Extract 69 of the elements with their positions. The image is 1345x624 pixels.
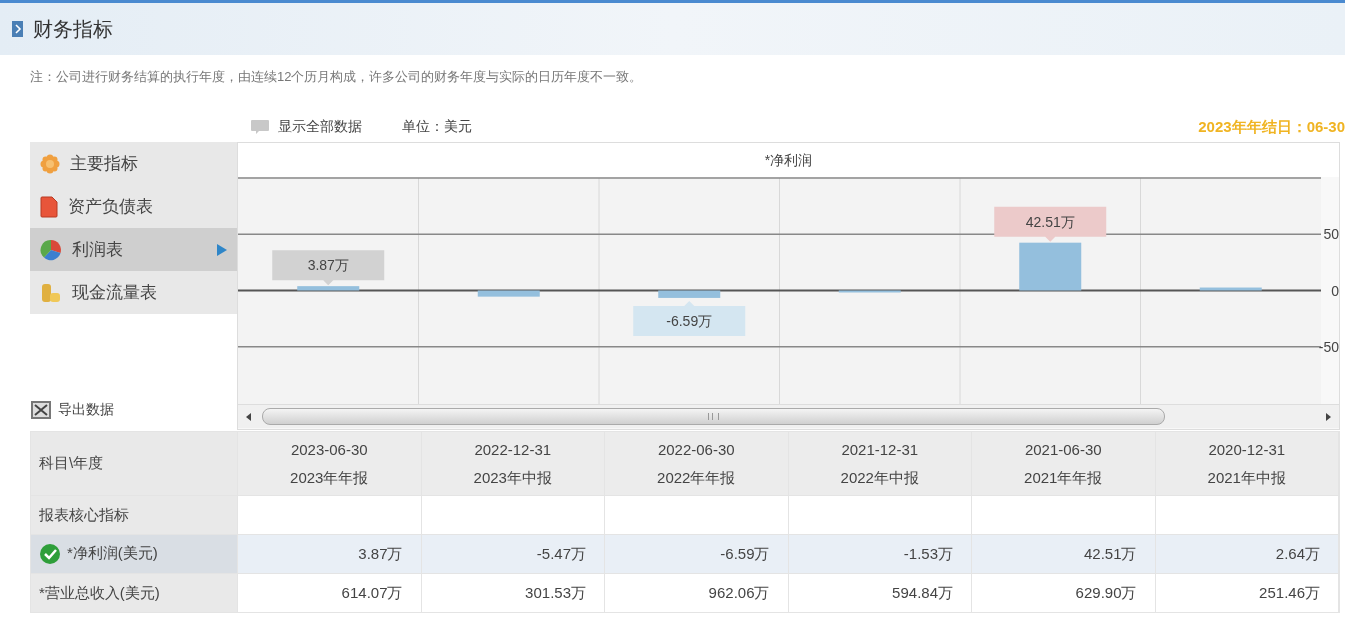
row-label: *净利润(美元): [67, 543, 158, 561]
bar: [477, 290, 540, 297]
sidebar-item[interactable]: 主要指标: [30, 142, 237, 185]
row-label: 报表核心指标: [30, 495, 238, 535]
header-date: 2022-06-30: [656, 439, 736, 460]
show-all-data-toggle[interactable]: 显示全部数据: [250, 118, 362, 136]
unit-label: 单位：美元: [402, 118, 472, 136]
table-cell: -6.59万: [604, 534, 788, 574]
header-report: 2023年年报: [289, 467, 370, 488]
table-cell: 614.07万: [237, 573, 421, 613]
coins-icon: [40, 281, 62, 304]
header-report: 2021年中报: [1206, 467, 1287, 488]
note-text: 注：公司进行财务结算的执行年度，由连续12个历月构成，许多公司的财务年度与实际的日历年度不一致。: [29, 68, 644, 86]
export-data-button[interactable]: 导出数据: [30, 400, 114, 420]
header-report: 2021年年报: [1023, 467, 1104, 488]
flower-icon: [40, 153, 60, 174]
header-report: 2022年中报: [839, 467, 920, 488]
chart-title: *净利润: [238, 143, 1339, 177]
table-cell: 3.87万: [237, 534, 421, 574]
table-cell: 594.84万: [788, 573, 972, 613]
column-header: 科目\年度: [30, 431, 238, 496]
document-icon: [40, 195, 58, 218]
value-label: 42.51万: [1025, 213, 1075, 230]
header-date: 2021-06-30: [1023, 439, 1103, 460]
table-cell: 962.06万: [604, 573, 788, 613]
sidebar-item[interactable]: 现金流量表: [30, 271, 237, 314]
bar: [838, 290, 901, 293]
speech-bubble-icon: [250, 119, 270, 135]
table-cell: 251.46万: [1155, 573, 1339, 613]
header-date: 2022-12-31: [473, 439, 553, 460]
bar: [297, 286, 360, 291]
sidebar-item-label: 主要指标: [70, 153, 138, 175]
row-label[interactable]: *营业总收入(美元): [30, 573, 238, 613]
value-label: 3.87万: [307, 257, 349, 274]
sidebar-item[interactable]: 资产负债表: [30, 185, 237, 228]
scroll-right-icon[interactable]: [1326, 412, 1331, 421]
value-label: -6.59万: [666, 312, 713, 329]
table-cell: 301.53万: [421, 573, 605, 613]
bar: [658, 290, 721, 298]
spreadsheet-icon: [30, 400, 52, 420]
chevron-icon: [12, 21, 23, 37]
axis-tick-label: 50: [1323, 226, 1339, 243]
table-cell: -1.53万: [788, 534, 972, 574]
table-cell: 42.51万: [971, 534, 1155, 574]
pie-chart-icon: [40, 238, 62, 261]
table-cell: -5.47万: [421, 534, 605, 574]
year-end-label: 2023年年结日：06-30: [1198, 117, 1345, 137]
header-date: 2021-12-31: [840, 439, 920, 460]
header-report: 2023年中报: [472, 467, 553, 488]
sidebar-item-label: 现金流量表: [72, 282, 157, 304]
header-report: 2022年年报: [656, 467, 737, 488]
sidebar-item[interactable]: 利润表: [30, 228, 237, 271]
axis-tick-label: -50: [1318, 338, 1339, 355]
scroll-thumb[interactable]: [262, 408, 1165, 425]
scroll-left-icon[interactable]: [246, 412, 251, 421]
sidebar-item-label: 利润表: [72, 239, 123, 261]
bar: [1199, 287, 1262, 291]
horizontal-scrollbar[interactable]: [238, 404, 1339, 428]
page-title: 财务指标: [33, 16, 113, 42]
axis-tick-label: 0: [1331, 282, 1339, 299]
table-cell: 2.64万: [1155, 534, 1339, 574]
table-cell: 629.90万: [971, 573, 1155, 613]
arrow-icon: [217, 244, 227, 256]
header-date: 2023-06-30: [289, 439, 369, 460]
sidebar-item-label: 资产负债表: [68, 196, 153, 218]
check-icon: [39, 543, 61, 565]
bar: [1019, 242, 1082, 291]
header-date: 2020-12-31: [1207, 439, 1287, 460]
row-header-selected[interactable]: *净利润(美元): [30, 534, 238, 574]
